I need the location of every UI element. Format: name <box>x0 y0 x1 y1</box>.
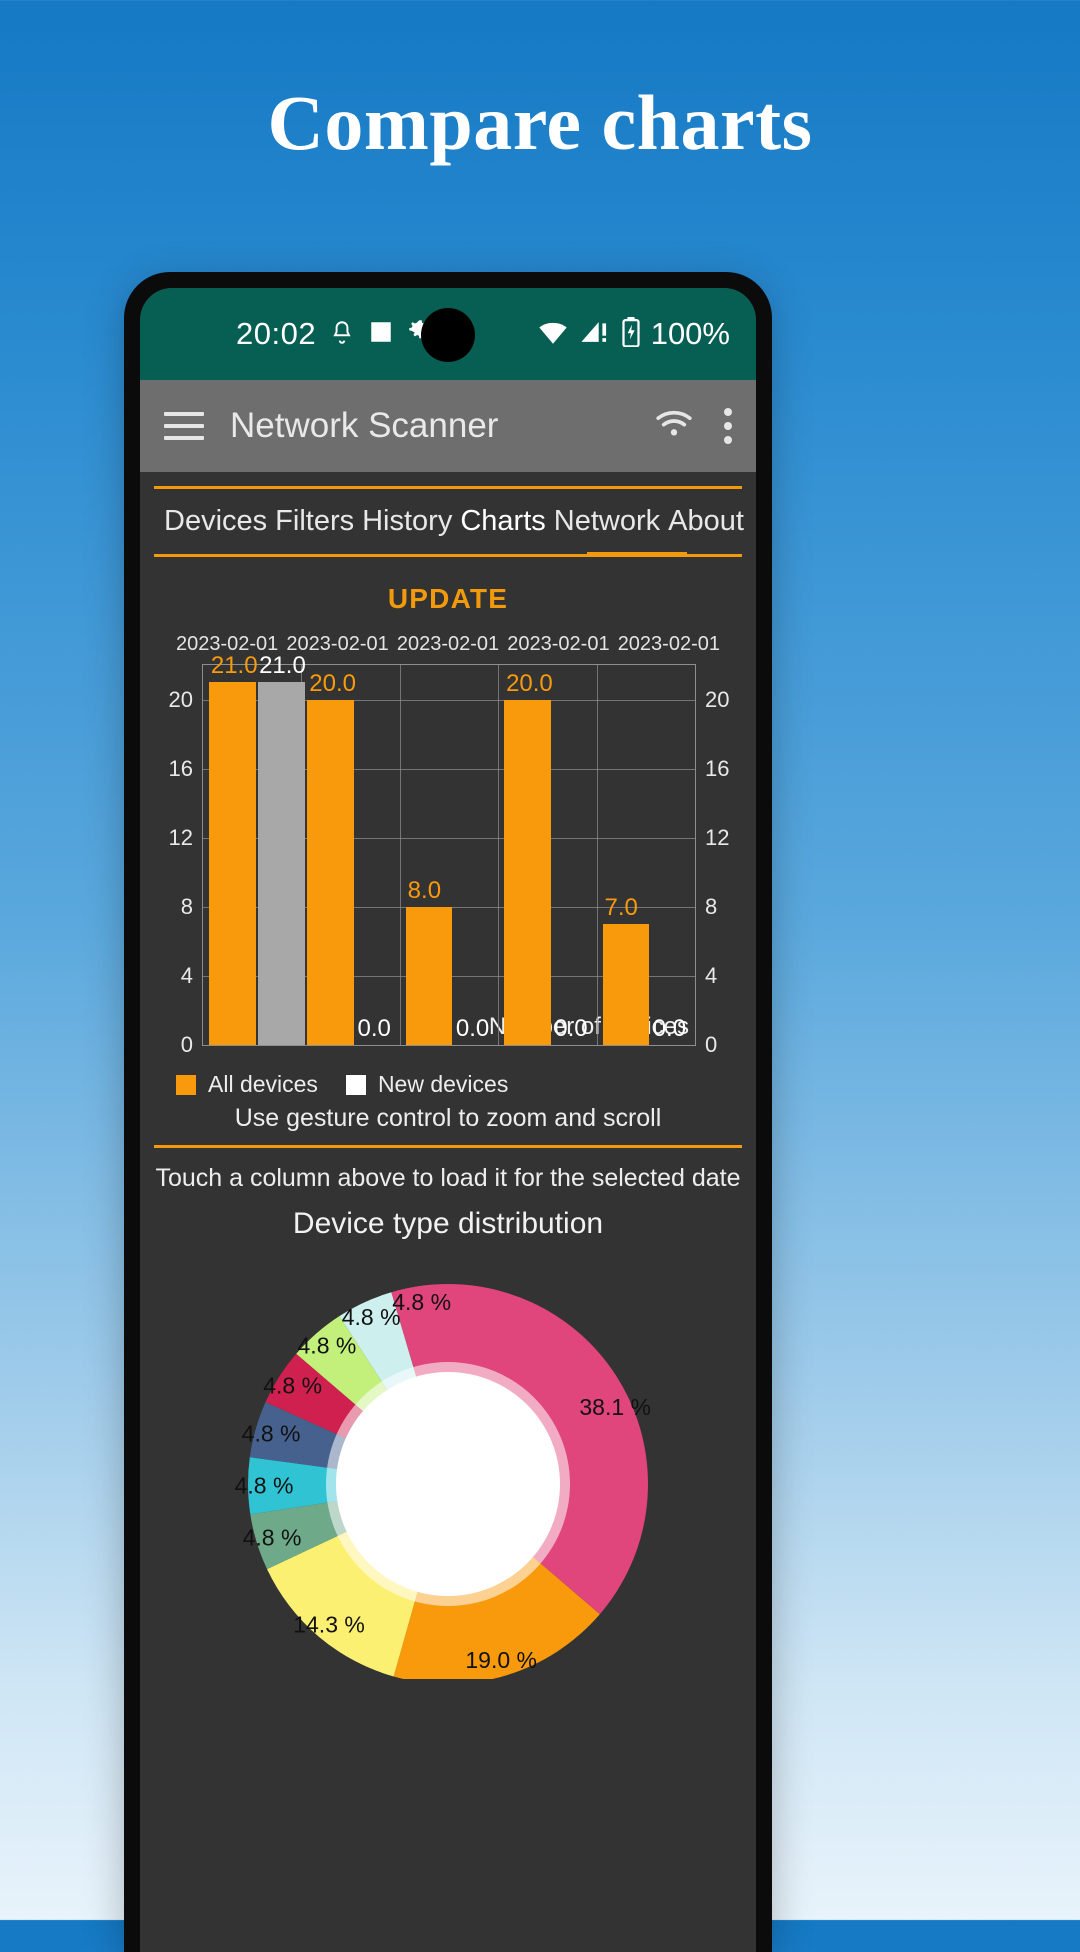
grid-line-vertical <box>498 665 500 1045</box>
bar-all-devices[interactable] <box>307 699 355 1045</box>
donut-svg: 38.1 % 19.0 % 14.3 % 4.8 % 4.8 % 4.8 % 4.8 % 4.… <box>235 1284 651 1679</box>
tab-network[interactable]: Network <box>550 503 664 540</box>
y-axis-tick: 12 <box>168 824 193 850</box>
bar-value-label: 21.0 <box>210 652 258 680</box>
bar-value-label: 7.0 <box>604 894 638 922</box>
touch-column-hint: Touch a column above to load it for the … <box>155 1164 741 1192</box>
bar-value-label: 20.0 <box>309 669 356 697</box>
tab-list: Devices Filters History Charts Network A… <box>154 489 744 554</box>
y-axis-tick: 4 <box>180 962 193 988</box>
donut-slice-label: 14.3 % <box>293 1611 365 1637</box>
cellular-signal-icon <box>579 319 611 350</box>
status-bar-right: 100% <box>537 316 730 352</box>
tab-filters[interactable]: Filters <box>271 503 358 540</box>
donut-slice-label: 4.8 % <box>243 1525 302 1551</box>
bar-new-devices[interactable] <box>258 682 305 1045</box>
grid-line-vertical <box>596 665 598 1045</box>
bar-value-label: 21.0 <box>259 652 306 680</box>
app-bar-actions <box>654 408 732 444</box>
tab-history[interactable]: History <box>358 503 456 540</box>
tab-devices[interactable]: Devices <box>160 503 271 540</box>
donut-slice-label: 4.8 % <box>392 1289 451 1315</box>
battery-percentage: 100% <box>650 316 730 351</box>
bar-all-devices[interactable] <box>602 924 650 1045</box>
donut-slice-label: 4.8 % <box>242 1420 301 1446</box>
bar-value-label: 0.0 <box>554 1015 588 1042</box>
phone-frame: 20:02 100% Network Scanner Devices Filte… <box>124 272 772 1952</box>
y-axis-tick: 0 <box>180 1032 193 1057</box>
y-axis-tick: 4 <box>705 962 718 988</box>
bar-value-label: 0.0 <box>652 1015 687 1042</box>
pie-chart-title: Device type distribution <box>292 1207 604 1240</box>
tab-charts[interactable]: Charts <box>456 503 549 540</box>
legend-label-all-devices: All devices <box>208 1071 318 1097</box>
donut-slice-label: 19.0 % <box>465 1647 537 1673</box>
device-type-donut-chart[interactable]: 38.1 % 19.0 % 14.3 % 4.8 % 4.8 % 4.8 % 4.8 % 4.… <box>140 1249 756 1679</box>
tab-about[interactable]: About <box>664 503 748 540</box>
gesture-hint: Use gesture control to zoom and scroll <box>234 1104 662 1132</box>
donut-slice-label: 38.1 % <box>579 1394 651 1420</box>
app-bar: Network Scanner <box>140 380 756 472</box>
bar-value-label: 8.0 <box>407 876 442 904</box>
bar-all-devices[interactable] <box>405 906 453 1045</box>
legend-swatch-all-devices <box>176 1074 196 1095</box>
legend-swatch-new-devices <box>345 1074 366 1095</box>
y-axis-tick: 20 <box>168 686 193 712</box>
y-axis-tick: 12 <box>705 824 730 850</box>
bar-value-label: 20.0 <box>506 669 553 697</box>
bar-all-devices[interactable] <box>208 682 256 1045</box>
app-title: Network Scanner <box>230 406 499 445</box>
donut-slice-label: 4.8 % <box>298 1332 357 1358</box>
phone-screen: 20:02 100% Network Scanner Devices Filte… <box>140 288 756 1952</box>
y-axis-tick: 8 <box>705 893 718 919</box>
battery-charging-icon <box>621 316 641 352</box>
charts-content: Devices Filters History Charts Network A… <box>140 486 756 1952</box>
date-label: 2023-02-01 <box>507 633 610 655</box>
camera-punch-hole <box>421 308 475 362</box>
donut-slice-label: 4.8 % <box>263 1372 322 1398</box>
hamburger-menu-icon[interactable] <box>164 412 204 440</box>
donut-hole <box>336 1372 560 1596</box>
bar-all-devices[interactable] <box>504 699 551 1045</box>
bar-value-label: 0.0 <box>357 1015 391 1042</box>
y-axis-tick: 16 <box>705 755 730 781</box>
bar-value-label: 0.0 <box>455 1015 490 1042</box>
wifi-icon <box>537 319 569 350</box>
kebab-menu-icon[interactable] <box>724 408 732 444</box>
update-button[interactable]: UPDATE <box>140 557 756 633</box>
promo-title: Compare charts <box>267 79 813 166</box>
status-bar-clock: 20:02 <box>236 316 317 351</box>
y-axis-tick: 20 <box>705 686 730 712</box>
active-tab-indicator <box>587 552 687 557</box>
legend-label-new-devices: New devices <box>377 1071 509 1097</box>
square-icon <box>368 319 394 350</box>
y-axis-tick: 16 <box>168 755 193 781</box>
status-bar: 20:02 100% <box>140 288 756 380</box>
y-axis-tick: 8 <box>180 893 193 919</box>
wifi-icon[interactable] <box>654 409 694 444</box>
grid-line-vertical <box>399 665 401 1045</box>
bar-chart-plot-area[interactable]: Number of devices 0 0 4 4 8 8 12 12 16 16 20 20 21.0… <box>169 652 730 1057</box>
tab-bar: Devices Filters History Charts Network A… <box>154 486 744 557</box>
y-axis-tick: 0 <box>705 1032 718 1057</box>
donut-slice-label: 4.8 % <box>235 1473 294 1499</box>
date-label: 2023-02-01 <box>617 633 720 655</box>
bar-chart-legend: All devices New devices <box>140 1063 756 1098</box>
date-label: 2023-02-01 <box>396 633 500 655</box>
history-bar-chart[interactable]: 2023-02-01 2023-02-01 2023-02-01 2023-02… <box>154 633 742 1063</box>
bell-icon <box>329 318 355 351</box>
